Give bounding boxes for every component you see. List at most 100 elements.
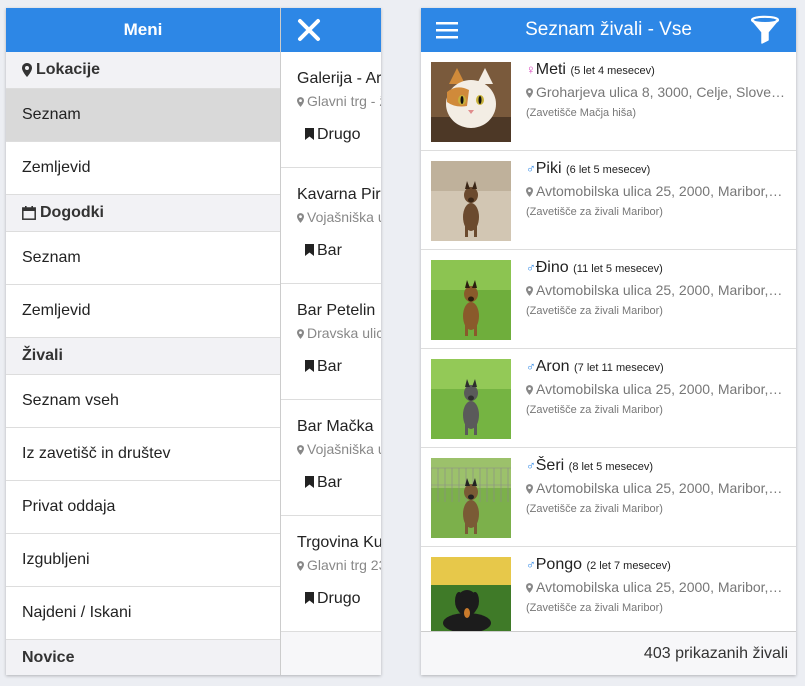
- place-name: Bar Petelin: [297, 302, 376, 319]
- animal-title-line: ♂Đino (11 let 5 mesecev): [526, 259, 786, 277]
- place-address: Dravska ulica: [297, 325, 381, 341]
- menu-item[interactable]: Seznam: [6, 89, 280, 142]
- place-list-item[interactable]: Bar Petelin Dravska ulica Bar: [281, 284, 381, 400]
- places-footer: [281, 631, 381, 675]
- map-marker-icon: [22, 63, 32, 77]
- animal-shelter: (Zavetišče za živali Maribor): [526, 305, 663, 317]
- animal-age: (7 let 11 mesecev): [574, 362, 664, 374]
- place-list-item[interactable]: Kavarna Pirat Vojašniška ulica Bar: [281, 168, 381, 284]
- male-icon: ♂: [526, 458, 536, 473]
- menu-section-title: Dogodki: [40, 204, 104, 221]
- animal-address: Avtomobilska ulica 25, 2000, Maribor, Sl…: [526, 183, 786, 199]
- place-address: Vojašniška ulica: [297, 441, 381, 457]
- animal-address: Avtomobilska ulica 25, 2000, Maribor, Sl…: [526, 381, 786, 397]
- animal-shelter: (Zavetišče za živali Maribor): [526, 206, 663, 218]
- menu-item[interactable]: Privat oddaja: [6, 481, 280, 534]
- animal-thumbnail[interactable]: [431, 557, 511, 637]
- map-marker-icon: [526, 583, 533, 593]
- menu-item[interactable]: Najdeni / Iskani: [6, 587, 280, 640]
- menu-item[interactable]: Zemljevid: [6, 285, 280, 338]
- place-address: Glavni trg 23: [297, 557, 381, 573]
- animal-list-item[interactable]: ♂Piki (6 let 5 mesecev) Avtomobilska ulic…: [421, 151, 796, 250]
- results-count: 403 prikazanih živali: [421, 631, 796, 675]
- male-icon: ♂: [526, 557, 536, 572]
- animal-name: Pongo: [535, 556, 583, 573]
- animal-address: Groharjeva ulica 8, 3000, Celje, Sloveni…: [526, 84, 786, 100]
- animal-list: ♀Meti (5 let 4 mesecev) Groharjeva ulica …: [421, 52, 796, 646]
- place-category: Bar: [297, 242, 381, 260]
- map-marker-icon: [297, 97, 304, 107]
- animal-thumbnail[interactable]: [431, 260, 511, 340]
- place-list-item[interactable]: Trgovina Kuža Glavni trg 23 Drugo: [281, 516, 381, 632]
- menu-section-header: Novice: [6, 640, 280, 675]
- animal-info: ♂Šeri (8 let 5 mesecev) Avtomobilska ulic…: [526, 457, 786, 515]
- list-header: Seznam živali - Vse: [421, 8, 796, 52]
- animal-shelter: (Zavetišče za živali Maribor): [526, 404, 663, 416]
- map-marker-icon: [526, 385, 533, 395]
- animal-list-item[interactable]: ♂Đino (11 let 5 mesecev) Avtomobilska uli…: [421, 250, 796, 349]
- menu-item[interactable]: Seznam: [6, 232, 280, 285]
- menu-section-title: Lokacije: [36, 61, 101, 78]
- animal-thumbnail[interactable]: [431, 458, 511, 538]
- animal-info: ♂Piki (6 let 5 mesecev) Avtomobilska ulic…: [526, 160, 786, 218]
- place-name: Bar Mačka: [297, 418, 374, 435]
- menu-item[interactable]: Zemljevid: [6, 142, 280, 195]
- bookmark-icon: [305, 128, 314, 140]
- animal-title-line: ♂Aron (7 let 11 mesecev): [526, 358, 786, 376]
- side-menu: Meni Lokacije Seznam Zemljevid Dogodki Sezna…: [6, 8, 281, 675]
- animal-list-item[interactable]: ♂Šeri (8 let 5 mesecev) Avtomobilska ulic…: [421, 448, 796, 547]
- place-category: Drugo: [297, 126, 381, 144]
- animal-title-line: ♂Piki (6 let 5 mesecev): [526, 160, 786, 178]
- place-name: Kavarna Pirat: [297, 186, 381, 203]
- animal-address-text: Groharjeva ulica 8, 3000, Celje, Sloveni…: [536, 84, 786, 100]
- close-icon[interactable]: [297, 18, 321, 42]
- animal-photo: [431, 557, 511, 637]
- map-marker-icon: [297, 213, 304, 223]
- animal-address-text: Avtomobilska ulica 25, 2000, Maribor, Sl…: [536, 579, 786, 595]
- place-address: Glavni trg - žalec: [297, 93, 381, 109]
- animal-name: Meti: [535, 61, 566, 78]
- filter-icon[interactable]: [750, 15, 780, 45]
- animal-list-item[interactable]: ♂Aron (7 let 11 mesecev) Avtomobilska uli…: [421, 349, 796, 448]
- animal-photo: [431, 458, 511, 538]
- animal-thumbnail[interactable]: [431, 359, 511, 439]
- map-marker-icon: [526, 484, 533, 494]
- animal-shelter: (Zavetišče za živali Maribor): [526, 602, 663, 614]
- menu-item[interactable]: Iz zavetišč in društev: [6, 428, 280, 481]
- menu-section-header: Lokacije: [6, 52, 280, 89]
- animal-name: Aron: [535, 358, 570, 375]
- place-address-text: Dravska ulica: [307, 325, 381, 341]
- animal-photo: [431, 62, 511, 142]
- animal-thumbnail[interactable]: [431, 161, 511, 241]
- place-address-text: Vojašniška ulica: [307, 209, 381, 225]
- animal-info: ♀Meti (5 let 4 mesecev) Groharjeva ulica …: [526, 61, 786, 119]
- place-category-text: Drugo: [317, 590, 361, 607]
- menu-item[interactable]: Izgubljeni: [6, 534, 280, 587]
- right-screen: Seznam živali - Vse ♀Meti (5 let 4 mesec…: [421, 8, 796, 675]
- bookmark-icon: [305, 360, 314, 372]
- left-screen: Galerija - Art Kavarna Glavni trg - žalec…: [6, 8, 381, 675]
- place-list-item[interactable]: Bar Mačka Vojašniška ulica Bar: [281, 400, 381, 516]
- place-address-text: Glavni trg 23: [307, 557, 381, 573]
- bookmark-icon: [305, 592, 314, 604]
- menu-item[interactable]: Seznam vseh: [6, 375, 280, 428]
- place-category-text: Drugo: [317, 126, 361, 143]
- animal-title-line: ♀Meti (5 let 4 mesecev): [526, 61, 786, 79]
- male-icon: ♂: [526, 260, 536, 275]
- animal-info: ♂Pongo (2 let 7 mesecev) Avtomobilska uli…: [526, 556, 786, 614]
- animal-age: (11 let 5 mesecev): [573, 263, 663, 275]
- animal-photo: [431, 161, 511, 241]
- hamburger-menu-icon[interactable]: [436, 20, 458, 40]
- place-name: Galerija - Art Kavarna: [297, 70, 381, 87]
- map-marker-icon: [526, 286, 533, 296]
- menu-section-title: Živali: [22, 347, 63, 364]
- animal-list-item[interactable]: ♀Meti (5 let 4 mesecev) Groharjeva ulica …: [421, 52, 796, 151]
- page-title: Seznam živali - Vse: [525, 19, 692, 40]
- animal-thumbnail[interactable]: [431, 62, 511, 142]
- bookmark-icon: [305, 476, 314, 488]
- place-list-item[interactable]: Galerija - Art Kavarna Glavni trg - žalec…: [281, 52, 381, 168]
- female-icon: ♀: [526, 62, 536, 77]
- menu-title: Meni: [6, 8, 280, 52]
- animal-name: Đino: [535, 259, 569, 276]
- animal-shelter: (Zavetišče Mačja hiša): [526, 107, 637, 119]
